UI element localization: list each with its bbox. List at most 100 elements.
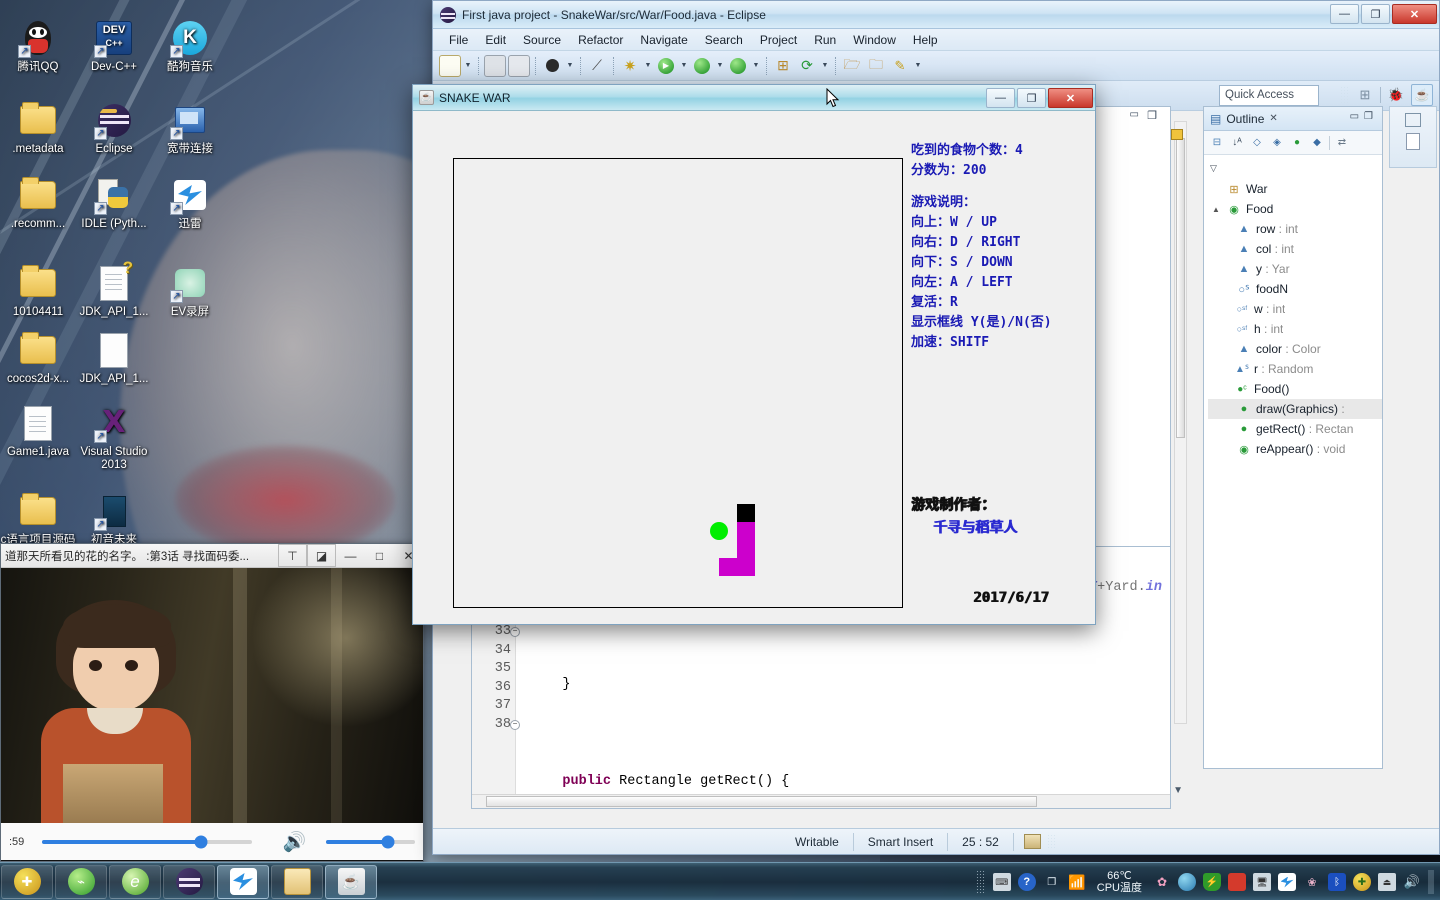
progress-knob[interactable] [195, 835, 208, 848]
save-all-icon[interactable] [508, 55, 530, 77]
outline-tab[interactable]: ▤ Outline ✕ ▭❐ [1204, 107, 1382, 131]
monitor-icon[interactable]: 🖥 [1253, 873, 1271, 891]
new-java-package-icon[interactable]: ⊞ [772, 55, 794, 77]
desktop-icon-broadband[interactable]: ↗ 宽带连接 [152, 100, 228, 156]
view-menu-icon[interactable]: ▽ [1210, 163, 1217, 173]
record-red-icon[interactable] [1228, 873, 1246, 891]
snake-war-window[interactable]: ☕ SNAKE WAR — ❐ ✕ 吃到的食物个数：4 分数为：200 游戏说明… [412, 84, 1096, 625]
show-hidden-icon[interactable]: ❐ [1043, 873, 1061, 891]
taskbar-item-explorer[interactable] [271, 865, 323, 899]
system-tray[interactable]: ⌨ ? ❐ 📶 66℃ CPU温度 ✿ ⚡ 🖥 ❀ ᛒ ✚ ⏏ 🔊 [976, 863, 1434, 901]
code-line[interactable] [530, 628, 1170, 647]
desktop-icon-jdkapi-chm[interactable]: ? JDK_API_1... [76, 263, 152, 319]
link-icon[interactable]: ⇄ [1334, 135, 1350, 151]
code-line[interactable]: } [530, 676, 1170, 695]
menu-project[interactable]: Project [752, 31, 805, 49]
code-line[interactable]: public Rectangle getRect() { [530, 773, 1170, 792]
chevron-down-icon[interactable]: ▼ [715, 62, 725, 69]
desktop-icon-eclipse[interactable]: ↗ Eclipse [76, 100, 152, 156]
restore-view-icon[interactable] [1405, 113, 1421, 127]
code-line[interactable] [530, 725, 1170, 744]
chevron-down-icon[interactable]: ▼ [679, 62, 689, 69]
taskbar-item-360-safe[interactable]: ✚ [1, 865, 53, 899]
menu-edit[interactable]: Edit [477, 31, 514, 49]
hide-static-icon[interactable]: ◈ [1269, 135, 1285, 151]
snakewar-window-controls[interactable]: — ❐ ✕ [986, 88, 1093, 108]
menu-help[interactable]: Help [905, 31, 946, 49]
desktop-icon-jdkapi-doc[interactable]: JDK_API_1... [76, 330, 152, 386]
video-player-window[interactable]: 道那天所看见的花的名字。 :第3话 寻找面码委... ⊤ ◪ — □ ✕ :59… [0, 543, 424, 862]
outline-item-getrect[interactable]: ● getRect() : Rectan [1208, 419, 1382, 439]
eclipse-menubar[interactable]: File Edit Source Refactor Navigate Searc… [433, 29, 1439, 51]
toolbar-grip[interactable] [1340, 86, 1350, 104]
menu-window[interactable]: Window [845, 31, 904, 49]
tray-grip-icon[interactable] [976, 870, 986, 894]
chevron-down-icon[interactable]: ▼ [643, 62, 653, 69]
desktop-icon-idle[interactable]: ↗ IDLE (Pyth... [76, 175, 152, 231]
open-type-icon[interactable]: 🗁 [841, 55, 863, 77]
toggle-markers-icon[interactable]: ⟋ [586, 55, 608, 77]
new-wizard-icon[interactable] [439, 55, 461, 77]
editor-view-maximize-icon[interactable]: ❐ [1147, 109, 1157, 122]
outline-item-y[interactable]: ▲ y : Yar [1208, 259, 1382, 279]
desktop-icon-devcpp[interactable]: DEVC++ ↗ Dev-C++ [76, 18, 152, 74]
desktop-icon-10104411[interactable]: 10104411 [0, 263, 76, 319]
editor-scroll-down-arrow[interactable]: ▼ [1173, 785, 1183, 796]
debug-perspective-icon[interactable]: 🐞 [1385, 84, 1407, 106]
taskbar-item-thunder[interactable] [217, 865, 269, 899]
snakewar-minimize-button[interactable]: — [986, 88, 1015, 108]
desktop-icon-ev-recorder[interactable]: ↗ EV录屏 [152, 263, 228, 319]
new-perspective-icon[interactable]: ⊞ [1354, 84, 1376, 106]
taskbar-item-ie[interactable]: e [109, 865, 161, 899]
outline-item-row[interactable]: ▲ row : int [1208, 219, 1382, 239]
chevron-down-icon[interactable]: ▼ [751, 62, 761, 69]
eclipse-toolbar[interactable]: ▼ ▼ ⟋ ✷ ▼ ▶ ▼ ▼ ▼ ⊞ ⟳ ▼ 🗁 🗀 ✎ ▼ [433, 51, 1439, 81]
collapse-all-icon[interactable]: ⊟ [1209, 135, 1225, 151]
sort-icon[interactable]: ↓ᴬ [1229, 135, 1245, 151]
wifi-signal-icon[interactable]: 📶 [1068, 873, 1086, 891]
snakewar-maximize-button[interactable]: ❐ [1017, 88, 1046, 108]
close-view-icon[interactable]: ✕ [1269, 113, 1277, 124]
outline-tree[interactable]: ⊞ War ▲ ◉ Food ▲ row : int ▲ col : int ▲… [1204, 176, 1382, 459]
green-browser-icon[interactable] [1178, 873, 1196, 891]
chevron-down-icon[interactable]: ▼ [820, 62, 830, 69]
eclipse-close-button[interactable]: ✕ [1392, 4, 1437, 24]
external-tools-icon[interactable]: ⟳ [796, 55, 818, 77]
run-as-icon[interactable] [691, 55, 713, 77]
volume-icon[interactable]: 🔊 [1403, 873, 1421, 891]
player-progress-slider[interactable] [42, 840, 252, 844]
debug-sun-icon[interactable]: ✷ [619, 55, 641, 77]
desktop-icon-qq[interactable]: ↗ 腾讯QQ [0, 18, 76, 74]
menu-search[interactable]: Search [697, 31, 751, 49]
outline-item-h[interactable]: ○ˢᶠ h : int [1208, 319, 1382, 339]
shield-green-icon[interactable]: ⚡ [1203, 873, 1221, 891]
keyboard-input-icon[interactable]: ⌨ [993, 873, 1011, 891]
menu-file[interactable]: File [441, 31, 476, 49]
snakewar-close-button[interactable]: ✕ [1048, 88, 1093, 108]
editor-scrollbar-vertical[interactable] [1174, 121, 1187, 724]
hide-nonpublic-icon[interactable]: ● [1289, 135, 1305, 151]
hide-local-icon[interactable]: ◆ [1309, 135, 1325, 151]
desktop-icon-thunder[interactable]: ↗ 迅雷 [152, 175, 228, 231]
outline-filter-row[interactable]: ▽ [1204, 155, 1382, 176]
person-icon[interactable] [541, 55, 563, 77]
desktop-icon-kugou[interactable]: K ↗ 酷狗音乐 [152, 18, 228, 74]
outline-item-draw[interactable]: ● draw(Graphics) : [1208, 399, 1382, 419]
java-perspective-icon[interactable]: ☕ [1411, 84, 1433, 106]
player-titlebar[interactable]: 道那天所看见的花的名字。 :第3话 寻找面码委... ⊤ ◪ — □ ✕ [1, 544, 423, 568]
desktop-icon-game1-java[interactable]: Game1.java [0, 403, 76, 459]
menu-run[interactable]: Run [806, 31, 844, 49]
outline-view[interactable]: ▤ Outline ✕ ▭❐ ⊟ ↓ᴬ ◇ ◈ ● ◆ ⇄ ▽ ⊞ War ▲ … [1203, 106, 1383, 769]
help-blue-icon[interactable]: ? [1018, 873, 1036, 891]
eclipse-titlebar[interactable]: First java project - SnakeWar/src/War/Fo… [433, 1, 1439, 29]
outline-item-w[interactable]: ○ˢᶠ w : int [1208, 299, 1382, 319]
pencil-icon[interactable]: ✎ [889, 55, 911, 77]
eclipse-maximize-button[interactable]: ❐ [1361, 4, 1390, 24]
desktop-icon-visual-studio[interactable]: 𝗫 ↗ Visual Studio 2013 [76, 403, 152, 472]
game-canvas[interactable] [453, 158, 903, 608]
player-restore-button[interactable]: ◪ [307, 544, 336, 567]
outline-item-color[interactable]: ▲ color : Color [1208, 339, 1382, 359]
hide-fields-icon[interactable]: ◇ [1249, 135, 1265, 151]
speaker-icon[interactable]: 🔊 [283, 830, 307, 854]
eclipse-window-controls[interactable]: — ❐ ✕ [1330, 4, 1437, 24]
